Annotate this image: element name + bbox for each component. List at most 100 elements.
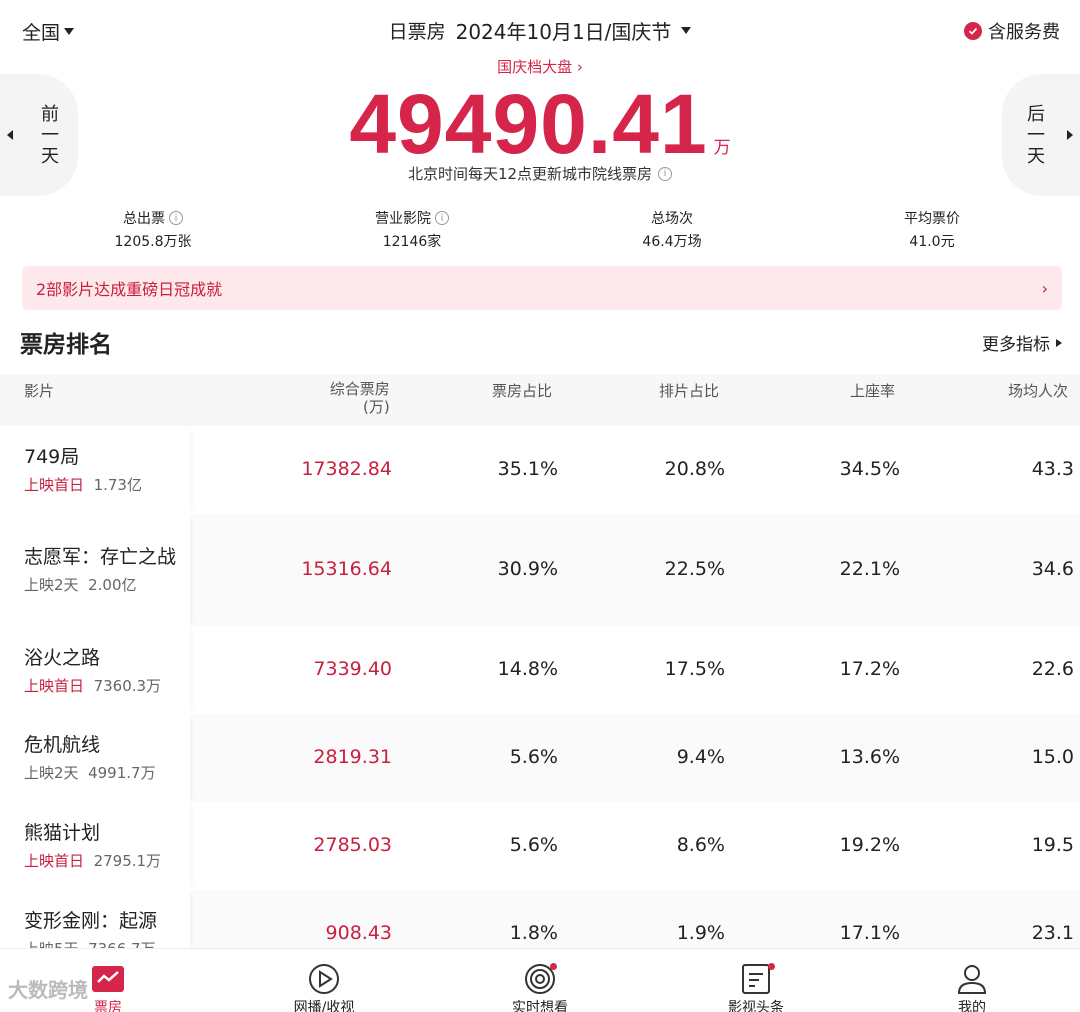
table-row[interactable]: 危机航线 上映2天 4991.7万 2819.31 5.6% 9.4% 13.6…	[0, 714, 1080, 802]
avg-cell: 34.6	[1031, 558, 1074, 580]
total-box-office: 49490.41 万	[0, 76, 1080, 173]
occupancy-cell: 17.1%	[839, 922, 900, 944]
nav-headlines[interactable]: 影视头条	[648, 961, 864, 1012]
share-cell: 30.9%	[497, 558, 558, 580]
cumulative: 1.73亿	[93, 476, 142, 494]
more-metrics-label: 更多指标	[982, 335, 1050, 355]
col-header-share[interactable]: 票房占比	[492, 380, 552, 401]
top-bar: 全国 日票房 2024年10月1日/国庆节 含服务费	[0, 0, 1080, 60]
film-name: 浴火之路	[24, 647, 101, 669]
row-fixed-col	[0, 426, 190, 514]
table-row[interactable]: 熊猫计划 上映首日 2795.1万 2785.03 5.6% 8.6% 19.2…	[0, 802, 1080, 890]
avg-cell: 23.1	[1031, 922, 1074, 944]
film-name: 熊猫计划	[24, 822, 101, 844]
update-note: 北京时间每天12点更新城市院线票房 i	[0, 163, 1080, 184]
film-sub: 上映2天 2.00亿	[24, 574, 137, 595]
film-sub: 上映5天 7366.7万	[24, 938, 156, 948]
more-metrics-button[interactable]: 更多指标	[982, 330, 1062, 355]
row-fixed-col	[0, 714, 190, 802]
film-name: 749局	[24, 446, 80, 468]
share-cell: 5.6%	[509, 834, 558, 856]
table-row[interactable]: 志愿军：存亡之战 上映2天 2.00亿 15316.64 30.9% 22.5%…	[0, 514, 1080, 626]
update-note-text: 北京时间每天12点更新城市院线票房	[407, 165, 653, 183]
film-sub: 上映首日 2795.1万	[24, 850, 161, 871]
film-name: 危机航线	[24, 734, 101, 756]
date-selector[interactable]: 日票房 2024年10月1日/国庆节	[0, 16, 1080, 45]
banner-text: 2部影片达成重磅日冠成就	[36, 280, 223, 299]
check-icon	[964, 22, 982, 40]
row-fixed-col	[0, 626, 190, 714]
showing-cell: 9.4%	[676, 746, 725, 768]
bottom-nav: 票房 网播/收视 实时想看 影视头条 我的	[0, 948, 1080, 1012]
film-name: 志愿军：存亡之战	[24, 546, 177, 568]
col-header-avg[interactable]: 场均人次	[1008, 380, 1068, 401]
share-cell: 1.8%	[509, 922, 558, 944]
release-tag: 上映5天	[24, 940, 79, 948]
nav-label: 实时想看	[512, 1000, 568, 1012]
nav-label: 我的	[958, 1000, 986, 1012]
cumulative: 7366.7万	[88, 940, 156, 948]
release-tag: 上映首日	[24, 476, 85, 494]
achievement-banner[interactable]: 2部影片达成重磅日冠成就 ›	[22, 266, 1062, 310]
cumulative: 7360.3万	[93, 677, 162, 695]
stat-screenings: 总场次 46.4万场	[572, 208, 772, 251]
table-row[interactable]: 749局 上映首日 1.73亿 17382.84 35.1% 20.8% 34.…	[0, 426, 1080, 514]
holiday-market-link[interactable]: 国庆档大盘 ›	[0, 56, 1080, 77]
stat-label: 营业影院	[375, 211, 431, 227]
info-icon[interactable]: i	[658, 166, 673, 181]
stat-label: 总出票	[123, 211, 165, 227]
release-tag: 上映首日	[24, 852, 85, 870]
showing-cell: 20.8%	[664, 458, 725, 480]
total-unit: 万	[713, 138, 731, 158]
release-tag: 上映2天	[24, 576, 79, 594]
date-label: 2024年10月1日/国庆节	[455, 20, 672, 44]
notification-dot	[550, 963, 557, 970]
gross-cell: 908.43	[325, 922, 392, 944]
nav-label: 网播/收视	[293, 1000, 355, 1012]
showing-cell: 22.5%	[664, 558, 725, 580]
stat-label: 总场次	[651, 211, 693, 227]
col-header-showing[interactable]: 排片占比	[659, 380, 719, 401]
cumulative: 2.00亿	[88, 576, 137, 594]
share-cell: 35.1%	[497, 458, 558, 480]
nav-want-to-see[interactable]: 实时想看	[432, 961, 648, 1012]
caret-down-icon	[681, 27, 692, 34]
nav-label: 影视头条	[728, 1000, 784, 1012]
stats-row: 总出票 i 1205.8万张 营业影院 i 12146家 总场次 46.4万场 平均…	[0, 208, 1080, 252]
page-label: 日票房	[388, 21, 446, 43]
stat-tickets: 总出票 i 1205.8万张	[53, 208, 253, 251]
gross-cell: 2819.31	[313, 746, 392, 768]
share-cell: 5.6%	[509, 746, 558, 768]
cumulative: 4991.7万	[88, 764, 156, 782]
play-circle-icon	[216, 961, 432, 997]
showing-cell: 8.6%	[676, 834, 725, 856]
col-header-gross-label: 综合票房	[329, 380, 390, 398]
info-icon[interactable]: i	[169, 211, 183, 225]
user-icon	[864, 961, 1080, 997]
news-icon	[648, 961, 864, 997]
film-sub: 上映首日 7360.3万	[24, 675, 161, 696]
gross-cell: 7339.40	[313, 658, 392, 680]
stat-cinemas: 营业影院 i 12146家	[312, 208, 512, 251]
occupancy-cell: 22.1%	[839, 558, 900, 580]
caret-right-icon	[1056, 338, 1062, 347]
release-tag: 上映2天	[24, 764, 79, 782]
nav-me[interactable]: 我的	[864, 961, 1080, 1012]
occupancy-cell: 13.6%	[839, 746, 900, 768]
table-row[interactable]: 浴火之路 上映首日 7360.3万 7339.40 14.8% 17.5% 17…	[0, 626, 1080, 714]
row-fixed-col	[0, 802, 190, 890]
showing-cell: 1.9%	[676, 922, 725, 944]
gross-cell: 2785.03	[313, 834, 392, 856]
service-fee-toggle[interactable]: 含服务费	[964, 18, 1060, 44]
col-header-gross[interactable]: 综合票房 (万)	[327, 380, 390, 416]
col-header-film[interactable]: 影片	[24, 380, 54, 401]
info-icon[interactable]: i	[435, 211, 449, 225]
avg-cell: 19.5	[1031, 834, 1074, 856]
table-row[interactable]: 变形金刚：起源 上映5天 7366.7万 908.43 1.8% 1.9% 17…	[0, 890, 1080, 948]
chevron-right-icon: ›	[1041, 278, 1048, 298]
col-header-gross-unit: (万)	[363, 398, 390, 416]
stat-value: 12146家	[382, 234, 442, 250]
nav-streaming[interactable]: 网播/收视	[216, 961, 432, 1012]
row-fixed-col	[0, 514, 190, 626]
col-header-occupancy[interactable]: 上座率	[850, 380, 895, 401]
